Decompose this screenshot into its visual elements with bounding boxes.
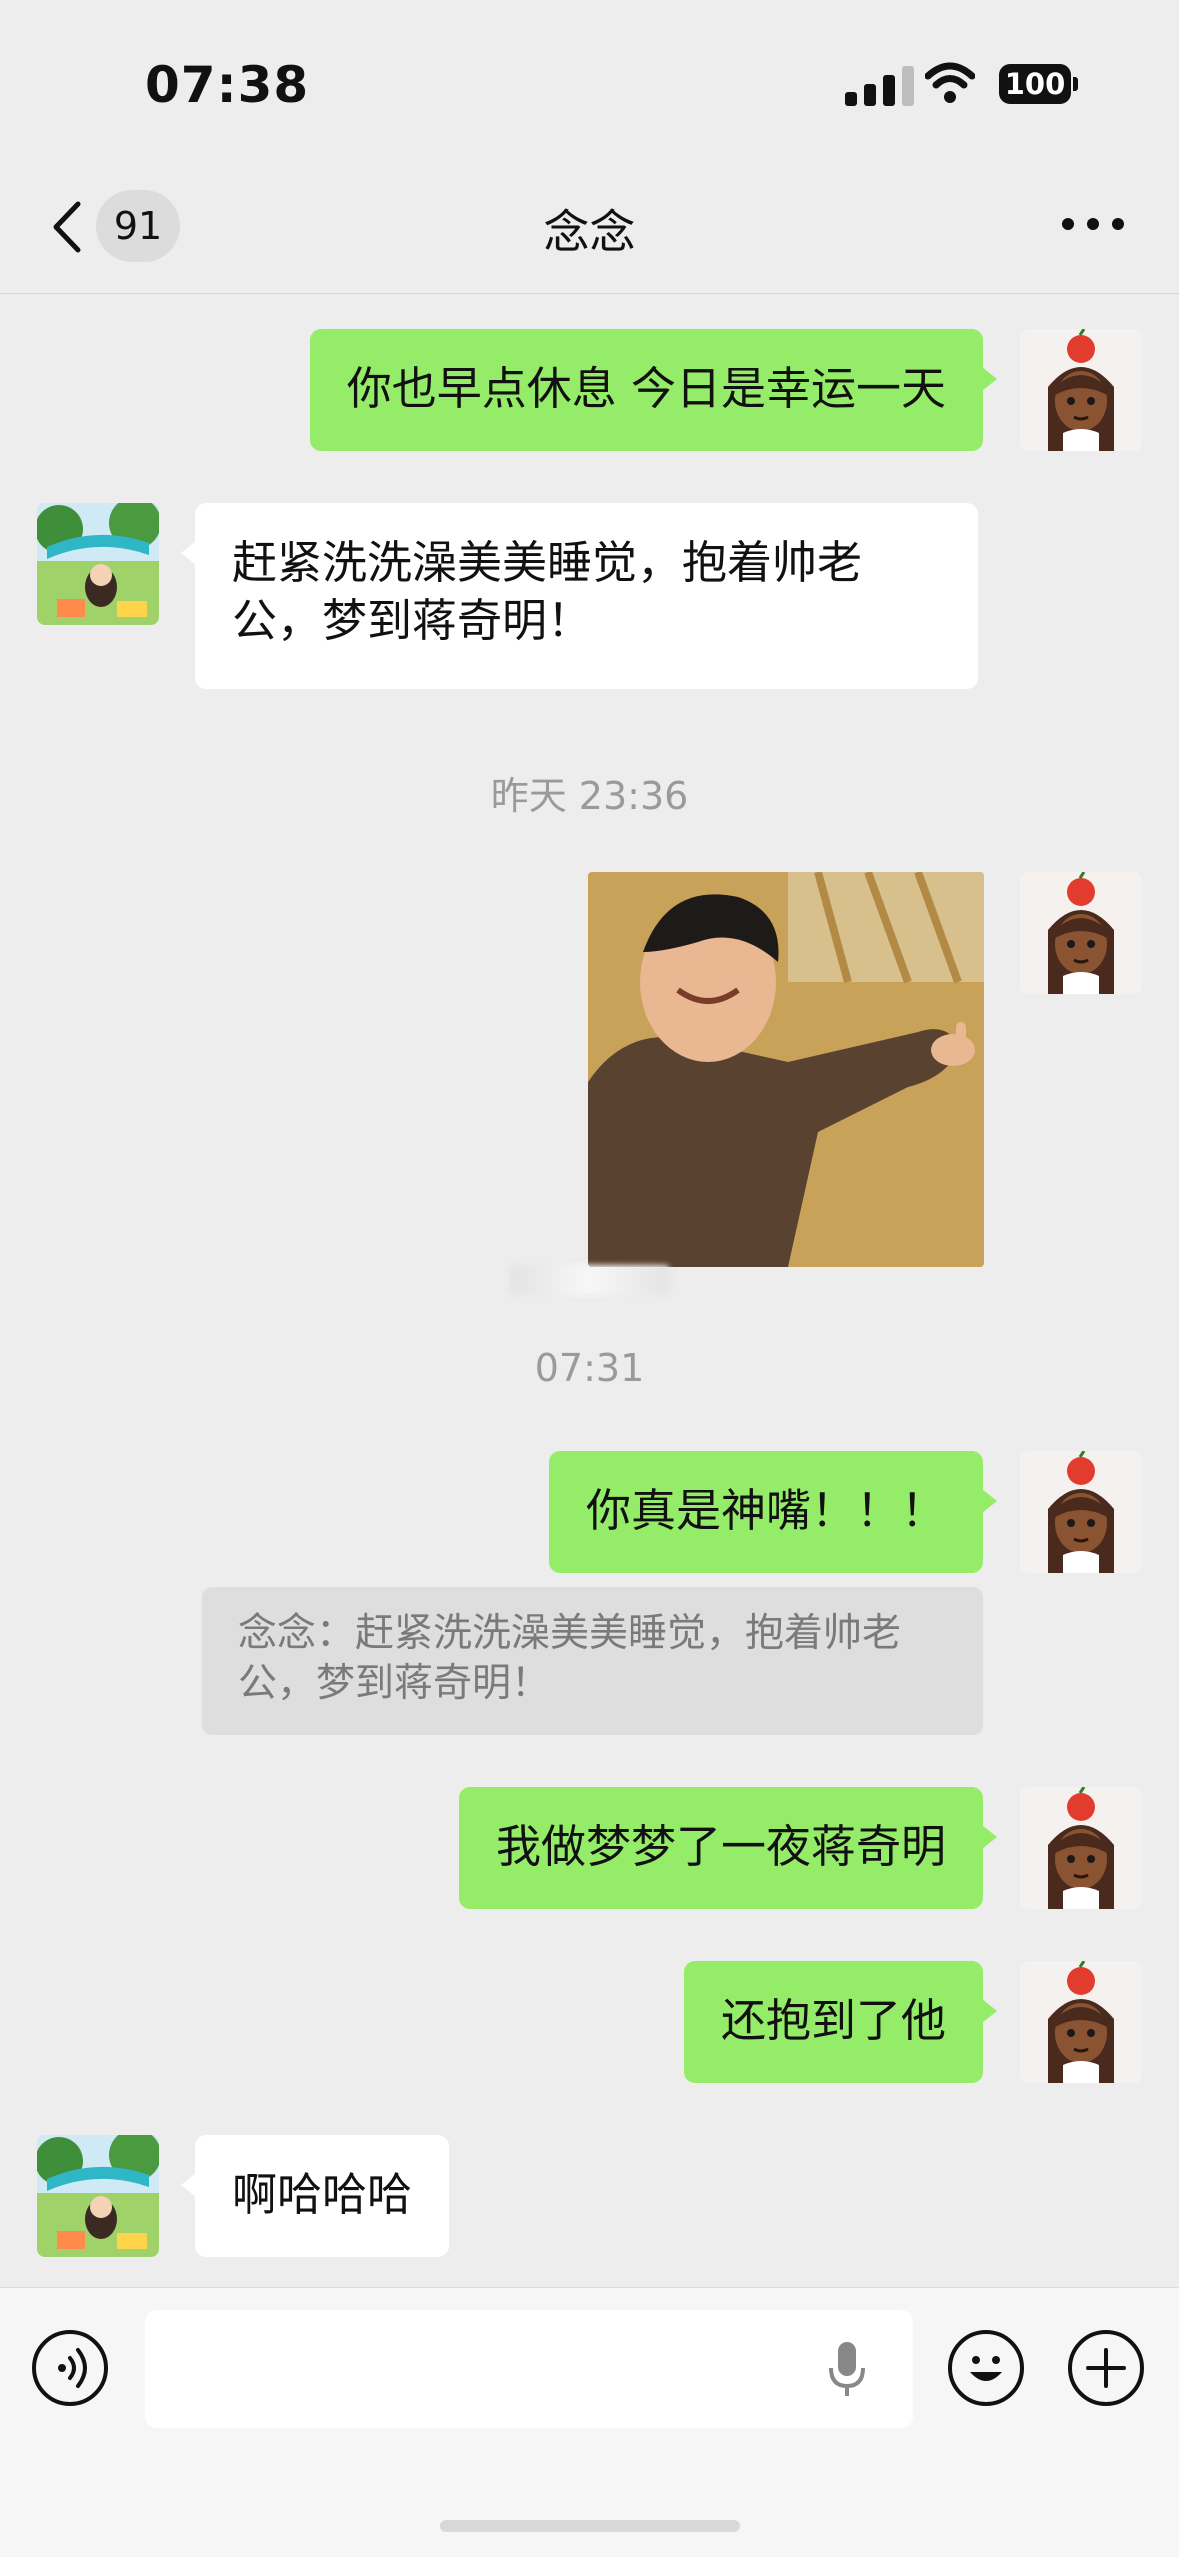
message-text: 你真是神嘴！！！ [585, 1484, 946, 1537]
quoted-text-line: 念念：赶紧洗洗澡美美睡觉，抱着帅老 [238, 1611, 902, 1656]
my-avatar[interactable] [1020, 1787, 1142, 1909]
my-avatar[interactable] [1020, 329, 1142, 451]
my-avatar[interactable] [1020, 872, 1142, 994]
message-text: 啊哈哈哈 [232, 2168, 413, 2221]
message-bubble-sent[interactable]: 还抱到了他 [683, 1961, 998, 2083]
contact-avatar[interactable] [37, 2135, 159, 2257]
emoji-icon[interactable] [948, 2330, 1024, 2406]
chat-title[interactable]: 念念 [0, 196, 1179, 262]
message-bubble-sent[interactable]: 你真是神嘴！！！ [548, 1451, 998, 1573]
message-bubble-sent[interactable]: 我做梦梦了一夜蒋奇明 [458, 1787, 998, 1909]
wifi-icon [925, 62, 975, 103]
microphone-icon[interactable] [827, 2340, 867, 2400]
sent-image-sticker[interactable] [588, 872, 984, 1267]
message-bubble-received[interactable]: 啊哈哈哈 [180, 2135, 450, 2257]
quoted-text-line: 公，梦到蒋奇明！ [238, 1661, 551, 1706]
plus-icon[interactable] [1068, 2330, 1144, 2406]
cellular-signal-icon [845, 64, 917, 106]
nav-divider [0, 293, 1179, 294]
status-time: 07:38 [145, 56, 310, 114]
battery-icon: 100 [999, 64, 1079, 104]
voice-mode-icon[interactable] [32, 2330, 108, 2406]
image-caption-blur [510, 1265, 670, 1295]
message-text: 还抱到了他 [720, 1994, 946, 2047]
message-text-line: 公，梦到蒋奇明！ [232, 594, 593, 647]
battery-level: 100 [999, 64, 1071, 104]
timestamp: 昨天 23:36 [490, 774, 689, 818]
quoted-message[interactable]: 念念：赶紧洗洗澡美美睡觉，抱着帅老 公，梦到蒋奇明！ [202, 1587, 983, 1735]
message-bubble-received[interactable]: 赶紧洗洗澡美美睡觉，抱着帅老 公，梦到蒋奇明！ [181, 503, 978, 689]
more-dots-icon[interactable] [1062, 218, 1124, 234]
my-avatar[interactable] [1020, 1961, 1142, 2083]
message-bubble-sent[interactable]: 你也早点休息 今日是幸运一天 [309, 329, 998, 451]
message-text: 我做梦梦了一夜蒋奇明 [495, 1820, 946, 1873]
my-avatar[interactable] [1020, 1451, 1142, 1573]
message-text-line: 赶紧洗洗澡美美睡觉，抱着帅老 [232, 536, 863, 589]
contact-avatar[interactable] [37, 503, 159, 625]
message-text: 你也早点休息 今日是幸运一天 [346, 362, 946, 415]
message-input[interactable] [145, 2310, 913, 2428]
home-indicator [440, 2520, 740, 2532]
timestamp: 07:31 [534, 1346, 645, 1390]
